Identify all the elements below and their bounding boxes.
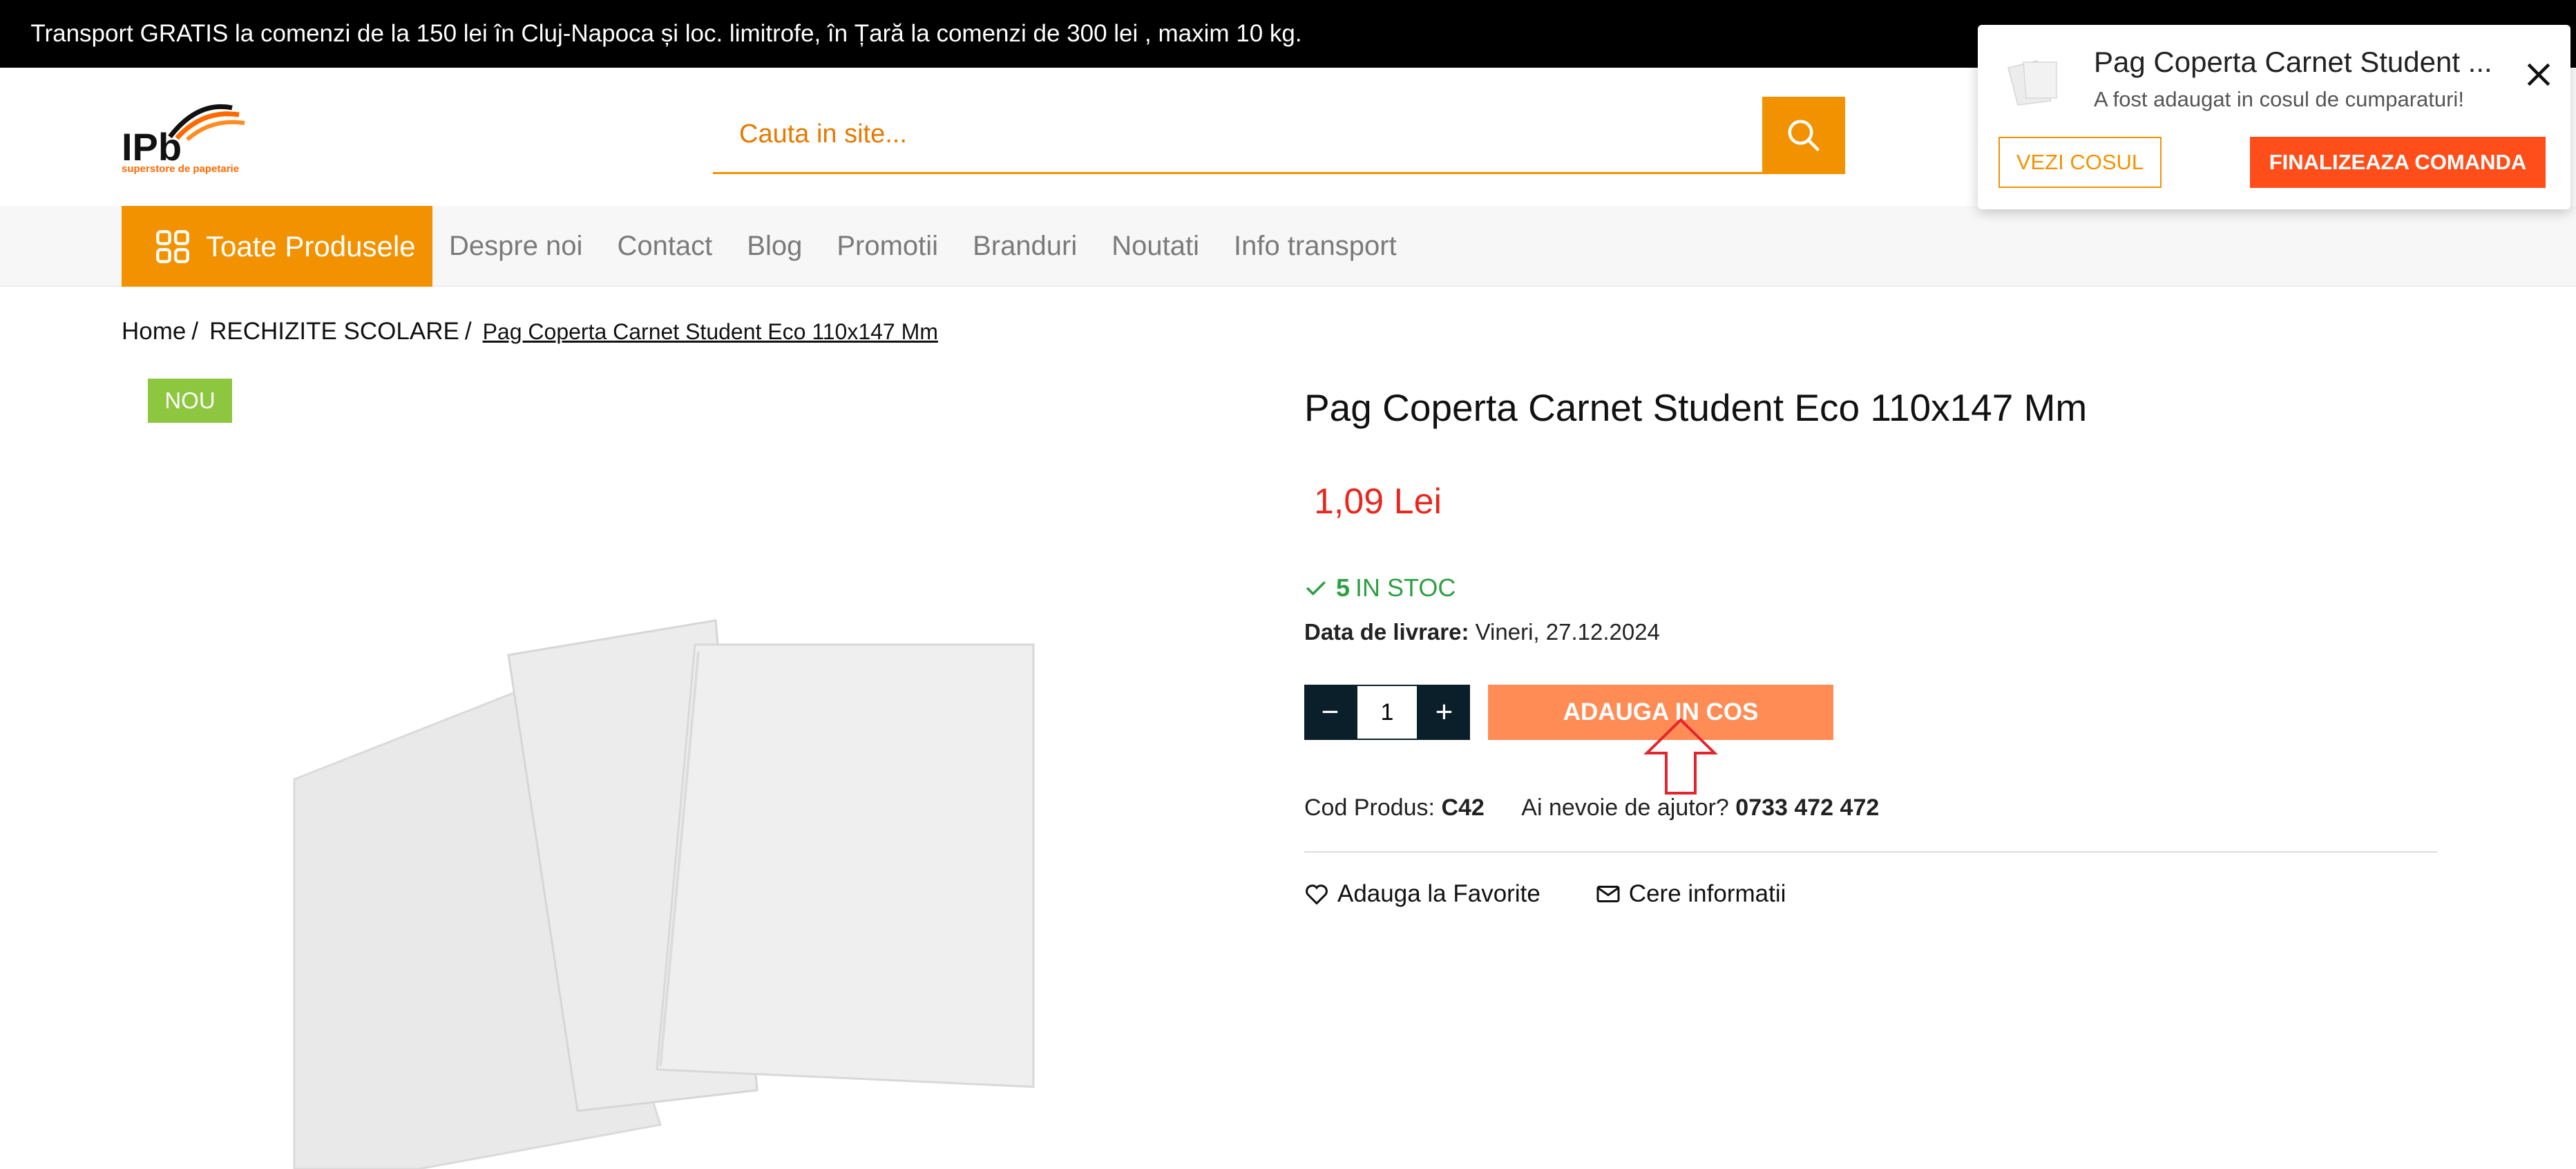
arrow-up-icon: [1643, 718, 1718, 795]
nav-link-promotii[interactable]: Promotii: [837, 231, 938, 262]
search-button[interactable]: [1762, 97, 1845, 174]
quantity-input[interactable]: [1356, 685, 1418, 740]
add-to-favorites-link[interactable]: Adauga la Favorite: [1304, 880, 1540, 908]
announcement-text: Transport GRATIS la comenzi de la 150 le…: [30, 20, 1302, 47]
logo-text: IPb: [122, 125, 182, 163]
breadcrumb-category[interactable]: RECHIZITE SCOLARE: [209, 318, 459, 345]
stock-count: 5: [1336, 573, 1351, 602]
delivery-date: Vineri, 27.12.2024: [1475, 619, 1660, 645]
grid-icon: [156, 229, 189, 263]
product-price: 1,09 Lei: [1314, 482, 1442, 522]
nav-link-branduri[interactable]: Branduri: [973, 231, 1077, 262]
breadcrumb-separator: /: [191, 318, 199, 345]
stock-label: IN STOC: [1355, 573, 1456, 602]
delivery-label: Data de livrare:: [1304, 619, 1469, 645]
favorites-label: Adauga la Favorite: [1337, 880, 1540, 907]
product-meta-row: Cod Produs: C42 Ai nevoie de ajutor? 073…: [1304, 795, 1879, 821]
mail-icon: [1596, 886, 1620, 902]
nav-link-noutati[interactable]: Noutati: [1112, 231, 1199, 262]
quantity-decrease-button[interactable]: −: [1304, 685, 1356, 740]
product-image[interactable]: [122, 379, 1199, 1169]
search-bar: [713, 97, 1845, 174]
request-info-link[interactable]: Cere informatii: [1596, 880, 1786, 908]
new-badge: NOU: [148, 379, 232, 423]
check-icon: [1306, 581, 1326, 596]
view-cart-button[interactable]: VEZI COSUL: [1998, 137, 2162, 188]
product-photo: [122, 379, 1199, 1169]
nav-link-despre-noi[interactable]: Despre noi: [449, 231, 582, 262]
stock-status: 5 IN STOC: [1304, 573, 1456, 602]
nav-link-contact[interactable]: Contact: [617, 231, 712, 262]
product-title: Pag Coperta Carnet Student Eco 110x147 M…: [1304, 386, 2088, 429]
popup-product-title: Pag Coperta Carnet Student ...: [2094, 46, 2492, 78]
quantity-increase-button[interactable]: +: [1418, 685, 1470, 740]
site-logo[interactable]: IPb superstore de papetarie: [122, 94, 253, 177]
product-code-label: Cod Produs:: [1304, 795, 1435, 821]
help-label: Ai nevoie de ajutor?: [1521, 795, 1729, 821]
search-input[interactable]: [713, 97, 1762, 174]
breadcrumb-home[interactable]: Home: [122, 318, 186, 345]
product-actions: Adauga la Favorite Cere informatii: [1304, 880, 1841, 908]
close-icon[interactable]: [2523, 59, 2554, 90]
breadcrumb-separator: /: [464, 318, 472, 345]
logo-subtitle: superstore de papetarie: [122, 163, 240, 175]
popup-product-thumbnail: [2007, 60, 2057, 106]
heart-icon: [1306, 884, 1328, 905]
help-phone[interactable]: 0733 472 472: [1735, 795, 1879, 821]
logo-mark-icon: IPb: [122, 104, 245, 169]
divider: [1304, 851, 2437, 853]
nav-link-info-transport[interactable]: Info transport: [1234, 231, 1397, 262]
delivery-info: Data de livrare: Vineri, 27.12.2024: [1304, 619, 1660, 645]
search-icon: [1788, 120, 1820, 151]
checkout-button[interactable]: FINALIZEAZA COMANDA: [2250, 137, 2546, 188]
main-nav: Toate Produsele Despre noi Contact Blog …: [0, 206, 2576, 287]
quantity-stepper: − +: [1304, 685, 1470, 740]
request-info-label: Cere informatii: [1628, 880, 1786, 907]
nav-links: Despre noi Contact Blog Promotii Brandur…: [449, 206, 1431, 287]
breadcrumb: Home / RECHIZITE SCOLARE / Pag Coperta Car…: [122, 318, 938, 345]
all-products-button[interactable]: Toate Produsele: [122, 206, 432, 287]
all-products-label: Toate Produsele: [206, 229, 416, 263]
nav-link-blog[interactable]: Blog: [747, 231, 802, 262]
product-code-value: C42: [1441, 795, 1485, 821]
breadcrumb-current[interactable]: Pag Coperta Carnet Student Eco 110x147 M…: [483, 319, 938, 345]
cart-notification-popup: Pag Coperta Carnet Student ... A fost ad…: [1978, 25, 2570, 209]
popup-message: A fost adaugat in cosul de cumparaturi!: [2094, 87, 2464, 111]
